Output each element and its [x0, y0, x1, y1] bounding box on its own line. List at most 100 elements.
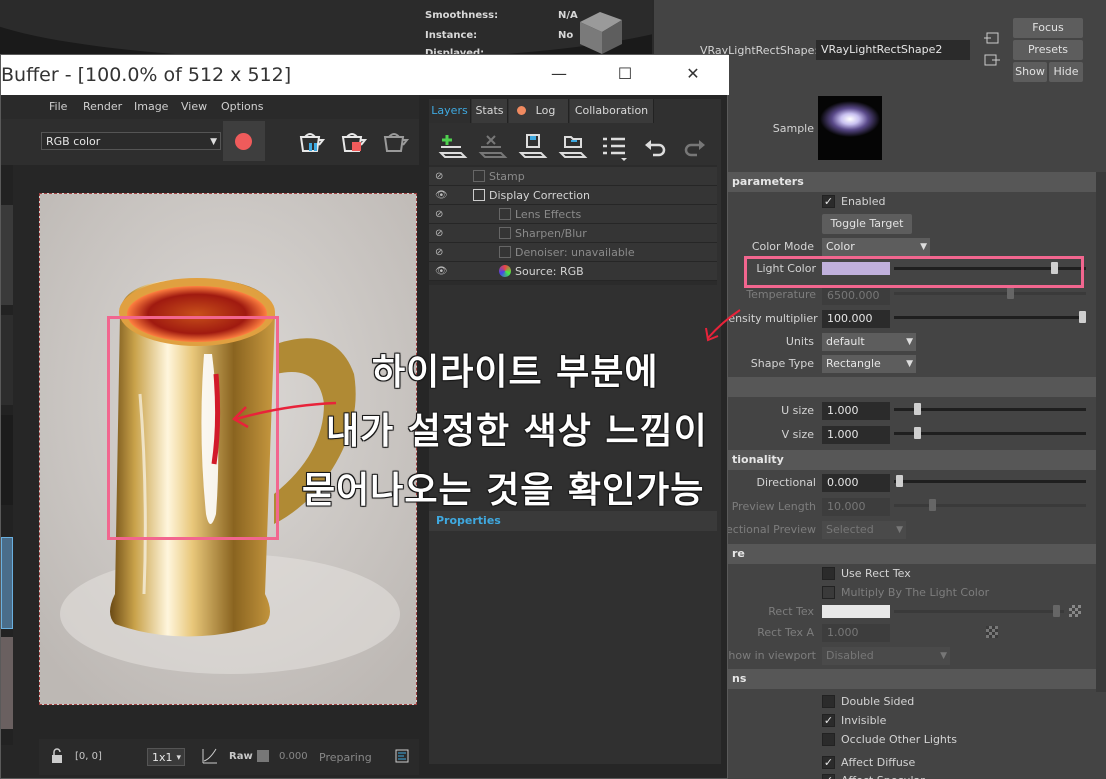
- close-icon[interactable]: ✕: [671, 55, 715, 95]
- visibility-off-icon[interactable]: ⊘: [435, 243, 449, 262]
- properties-header[interactable]: Properties: [429, 511, 717, 531]
- layer-row-lens-effects[interactable]: ⊘ Lens Effects: [429, 205, 717, 224]
- temperature-field[interactable]: 6500.000: [822, 287, 890, 305]
- tab-layers[interactable]: Layers: [429, 99, 471, 123]
- menu-view[interactable]: View: [181, 100, 207, 113]
- add-layer-icon[interactable]: [437, 133, 469, 163]
- color-mode-dropdown[interactable]: Color ▼: [822, 238, 930, 256]
- lock-icon[interactable]: [49, 748, 65, 764]
- occlude-checkbox[interactable]: [822, 733, 835, 746]
- layer-row-stamp[interactable]: ⊘ Stamp: [429, 167, 717, 186]
- presets-button[interactable]: Presets: [1013, 40, 1083, 60]
- redo-icon[interactable]: [683, 137, 707, 159]
- visibility-off-icon[interactable]: ⊘: [435, 224, 449, 243]
- temperature-slider[interactable]: [894, 292, 1086, 295]
- directional-preview-dropdown[interactable]: Selected ▼: [822, 521, 906, 539]
- history-thumb-selected[interactable]: [1, 537, 13, 629]
- menu-image[interactable]: Image: [134, 100, 168, 113]
- intensity-field[interactable]: 100.000: [822, 310, 890, 328]
- rect-tex-slider-handle[interactable]: [1053, 605, 1060, 617]
- output-connection-icon[interactable]: [984, 52, 1000, 68]
- affect-diffuse-checkbox[interactable]: ✓: [822, 756, 835, 769]
- preview-length-slider-handle[interactable]: [929, 499, 936, 511]
- rect-tex-slider[interactable]: [894, 610, 1064, 613]
- curve-icon[interactable]: [201, 747, 219, 765]
- zoom-dropdown[interactable]: 1x1 ▾: [147, 748, 185, 766]
- delete-layer-icon[interactable]: [477, 133, 509, 163]
- input-connection-icon[interactable]: [984, 30, 1000, 46]
- v-size-slider[interactable]: [894, 432, 1086, 435]
- menu-file[interactable]: File: [49, 100, 67, 113]
- shape-type-dropdown[interactable]: Rectangle ▼: [822, 355, 916, 373]
- layer-row-display-correction[interactable]: 👁 Display Correction: [429, 186, 717, 205]
- save-layers-icon[interactable]: [517, 133, 549, 163]
- list-menu-icon[interactable]: [599, 133, 631, 163]
- render-teapot-icon[interactable]: [379, 125, 411, 157]
- enabled-checkbox[interactable]: ✓: [822, 195, 835, 208]
- show-in-viewport-dropdown[interactable]: Disabled ▼: [822, 647, 950, 665]
- scrollbar[interactable]: [1096, 172, 1106, 692]
- u-size-slider-handle[interactable]: [914, 403, 921, 415]
- record-button[interactable]: [223, 121, 265, 161]
- hide-button[interactable]: Hide: [1049, 62, 1083, 82]
- affect-specular-checkbox[interactable]: ✓: [822, 774, 835, 779]
- section-directionality[interactable]: tionality: [726, 450, 1106, 470]
- maximize-icon[interactable]: ☐: [603, 55, 647, 95]
- section-texture[interactable]: re: [726, 544, 1106, 564]
- invisible-checkbox[interactable]: ✓: [822, 714, 835, 727]
- info-panel-icon[interactable]: [395, 749, 409, 763]
- load-layers-icon[interactable]: [557, 133, 589, 163]
- double-sided-checkbox[interactable]: [822, 695, 835, 708]
- section-size[interactable]: [726, 377, 1106, 397]
- menu-render[interactable]: Render: [83, 100, 122, 113]
- focus-button[interactable]: Focus: [1013, 18, 1083, 38]
- layer-row-sharpen-blur[interactable]: ⊘ Sharpen/Blur: [429, 224, 717, 243]
- minimize-icon[interactable]: —: [537, 55, 581, 95]
- preview-length-field[interactable]: 10.000: [822, 498, 890, 516]
- intensity-slider-handle[interactable]: [1079, 311, 1086, 323]
- intensity-slider[interactable]: [894, 316, 1086, 319]
- v-size-slider-handle[interactable]: [914, 427, 921, 439]
- directional-field[interactable]: 0.000: [822, 474, 890, 492]
- view-cube-icon[interactable]: [570, 8, 626, 54]
- raw-swatch[interactable]: [257, 750, 269, 762]
- directional-slider[interactable]: [894, 480, 1086, 483]
- toggle-target-button[interactable]: Toggle Target: [822, 214, 912, 234]
- eye-icon[interactable]: 👁: [435, 186, 449, 205]
- tab-log[interactable]: Log: [509, 99, 569, 123]
- preview-length-slider[interactable]: [894, 504, 1086, 507]
- visibility-off-icon[interactable]: ⊘: [435, 167, 449, 186]
- rect-tex-swatch[interactable]: [822, 605, 890, 618]
- visibility-off-icon[interactable]: ⊘: [435, 205, 449, 224]
- history-thumb[interactable]: [1, 415, 13, 505]
- render-teapot-pause-icon[interactable]: [295, 125, 327, 157]
- texture-map-icon[interactable]: [1069, 605, 1081, 617]
- texture-map-icon[interactable]: [986, 626, 998, 638]
- section-parameters[interactable]: parameters: [726, 172, 1106, 192]
- use-rect-tex-checkbox[interactable]: [822, 567, 835, 580]
- temperature-slider-handle[interactable]: [1007, 287, 1014, 299]
- tab-stats[interactable]: Stats: [472, 99, 508, 123]
- directional-slider-handle[interactable]: [896, 475, 903, 487]
- u-size-slider[interactable]: [894, 408, 1086, 411]
- menu-options[interactable]: Options: [221, 100, 263, 113]
- show-button[interactable]: Show: [1013, 62, 1047, 82]
- tab-collaboration[interactable]: Collaboration: [570, 99, 654, 123]
- render-teapot-stop-icon[interactable]: [337, 125, 369, 157]
- v-size-field[interactable]: 1.000: [822, 426, 890, 444]
- units-dropdown[interactable]: default ▼: [822, 333, 916, 351]
- multiply-checkbox[interactable]: [822, 586, 835, 599]
- history-thumb[interactable]: [1, 315, 13, 405]
- section-options[interactable]: ns: [726, 669, 1106, 689]
- history-thumb[interactable]: [1, 205, 13, 305]
- undo-icon[interactable]: [643, 137, 667, 159]
- history-thumb[interactable]: [1, 637, 13, 729]
- layer-row-denoiser[interactable]: ⊘ Denoiser: unavailable: [429, 243, 717, 262]
- u-size-field[interactable]: 1.000: [822, 402, 890, 420]
- eye-icon[interactable]: 👁: [435, 262, 449, 281]
- history-strip[interactable]: [1, 125, 13, 745]
- channel-dropdown[interactable]: RGB color ▼: [41, 132, 221, 150]
- rect-tex-a-field[interactable]: 1.000: [822, 624, 890, 642]
- layer-row-source-rgb[interactable]: 👁 Source: RGB: [429, 262, 717, 281]
- node-name-field[interactable]: VRayLightRectShape2: [816, 40, 970, 60]
